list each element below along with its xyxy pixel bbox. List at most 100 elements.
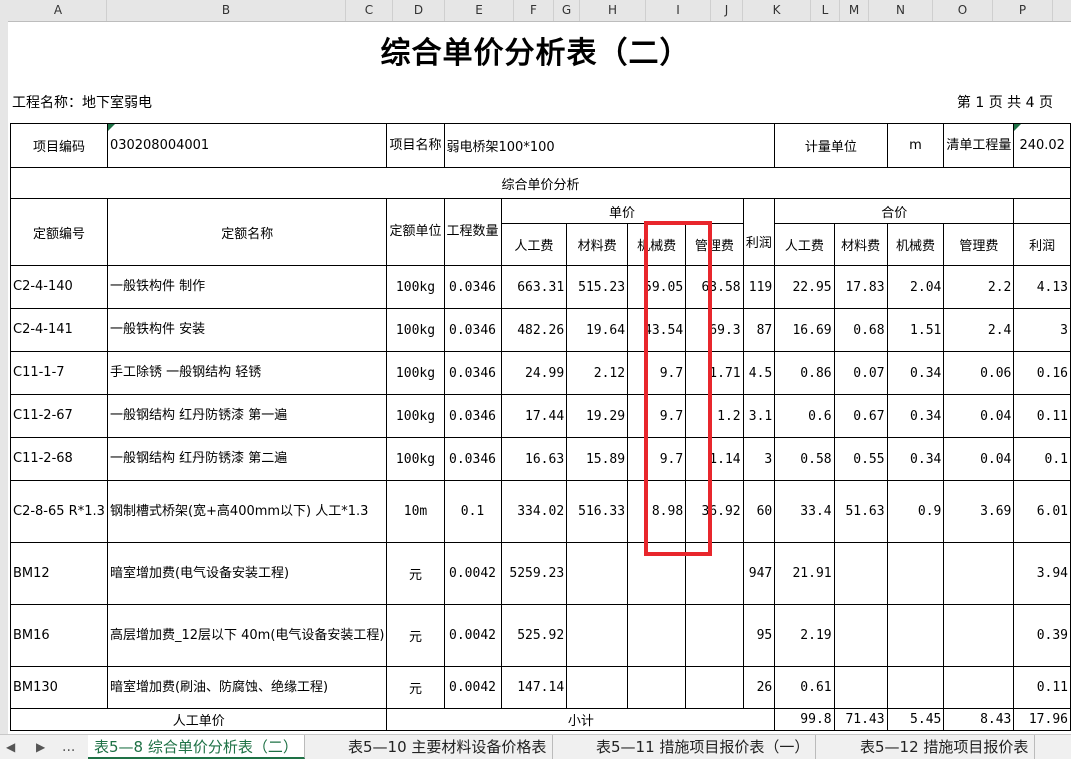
cell-qty[interactable]: 0.0346 <box>443 308 502 352</box>
name-label[interactable]: 项目名称 <box>386 123 445 168</box>
unit-label[interactable]: 计量单位 <box>774 123 888 168</box>
cell-t-labor[interactable]: 0.6 <box>774 394 835 438</box>
cell-code[interactable]: C2-4-140 <box>10 265 108 309</box>
cell-code[interactable]: BM16 <box>10 604 108 667</box>
cell-name[interactable]: 暗室增加费(刷油、防腐蚀、绝缘工程) <box>106 666 388 709</box>
cell-code[interactable]: BM130 <box>10 666 108 709</box>
col-total-machine[interactable]: 机械费 <box>886 223 945 266</box>
cell-t-profit[interactable]: 0.1 <box>1013 437 1071 481</box>
cell-material[interactable]: 19.29 <box>566 394 629 438</box>
cell-t-labor[interactable]: 16.69 <box>774 308 835 352</box>
section-title[interactable]: 综合单价分析 <box>10 167 1071 199</box>
cell-mgmt[interactable] <box>685 604 744 667</box>
unit-value[interactable]: m <box>886 123 945 168</box>
cell-t-labor[interactable]: 22.95 <box>774 265 835 309</box>
cell-unit[interactable]: 10m <box>386 480 445 543</box>
cell-code[interactable]: C2-8-65 R*1.3 <box>10 480 108 543</box>
cell-t-machine[interactable]: 0.9 <box>886 480 945 543</box>
cell-machine[interactable]: 43.54 <box>627 308 687 352</box>
cell-qty[interactable]: 0.0346 <box>443 265 502 309</box>
column-header-f[interactable]: F <box>514 0 554 21</box>
col-quota-unit[interactable]: 定额单位 <box>386 198 445 266</box>
cell-t-machine[interactable]: 1.51 <box>886 308 945 352</box>
cell-material[interactable]: 515.23 <box>566 265 629 309</box>
cell-unit[interactable]: 100kg <box>386 437 445 481</box>
cell-t-material[interactable] <box>833 604 888 667</box>
cell-t-labor[interactable]: 0.61 <box>774 666 835 709</box>
cell-material[interactable]: 2.12 <box>566 351 629 395</box>
column-header-a[interactable]: A <box>10 0 107 21</box>
cell-profit[interactable]: 95 <box>742 604 776 667</box>
cell-profit[interactable]: 87 <box>742 308 776 352</box>
cell-mgmt[interactable]: 63.58 <box>685 265 744 309</box>
code-label[interactable]: 项目编码 <box>10 123 108 168</box>
cell-unit[interactable]: 100kg <box>386 394 445 438</box>
cell-t-machine[interactable] <box>886 666 945 709</box>
cell-machine[interactable] <box>627 666 687 709</box>
cell-t-material[interactable]: 51.63 <box>833 480 888 543</box>
cell-name[interactable]: 暗室增加费(电气设备安装工程) <box>106 542 388 605</box>
cell-t-material[interactable]: 17.83 <box>833 265 888 309</box>
cell-t-material[interactable] <box>833 666 888 709</box>
cell-t-labor[interactable]: 2.19 <box>774 604 835 667</box>
cell-t-material[interactable]: 0.68 <box>833 308 888 352</box>
tab-scroll-right-icon[interactable]: ▶ <box>36 735 45 759</box>
cell-unit[interactable]: 元 <box>386 542 445 605</box>
tab-scroll-left-icon[interactable]: ◀ <box>6 735 15 759</box>
cell-name[interactable]: 钢制槽式桥架(宽+高400mm以下) 人工*1.3 <box>106 480 388 543</box>
col-quota-code[interactable]: 定额编号 <box>10 198 108 266</box>
column-header-l[interactable]: L <box>811 0 840 21</box>
tab-sheet-5-8[interactable]: 表5—8 综合单价分析表（二） <box>88 735 305 759</box>
cell-profit[interactable]: 60 <box>742 480 776 543</box>
cell-labor[interactable]: 334.02 <box>500 480 568 543</box>
cell-unit[interactable]: 元 <box>386 604 445 667</box>
column-header-j[interactable]: J <box>711 0 743 21</box>
cell-t-machine[interactable] <box>886 542 945 605</box>
cell-t-material[interactable] <box>833 542 888 605</box>
cell-t-material[interactable]: 0.07 <box>833 351 888 395</box>
cell-unit[interactable]: 100kg <box>386 308 445 352</box>
cell-qty[interactable]: 0.0346 <box>443 351 502 395</box>
cell-mgmt[interactable]: 1.2 <box>685 394 744 438</box>
cell-t-mgmt[interactable] <box>943 666 1015 709</box>
cell-mgmt[interactable]: 1.71 <box>685 351 744 395</box>
cell-name[interactable]: 手工除锈 一般钢结构 轻锈 <box>106 351 388 395</box>
col-labor[interactable]: 人工费 <box>500 223 568 266</box>
cell-name[interactable]: 一般钢结构 红丹防锈漆 第一遍 <box>106 394 388 438</box>
cell-unit[interactable]: 100kg <box>386 265 445 309</box>
column-header-e[interactable]: E <box>445 0 514 21</box>
cell-qty[interactable]: 0.0042 <box>443 604 502 667</box>
cell-t-material[interactable]: 0.67 <box>833 394 888 438</box>
cell-t-machine[interactable] <box>886 604 945 667</box>
cell-t-profit[interactable]: 6.01 <box>1013 480 1071 543</box>
cell-mgmt[interactable] <box>685 666 744 709</box>
cell-t-mgmt[interactable]: 2.4 <box>943 308 1015 352</box>
cell-name[interactable]: 一般钢结构 红丹防锈漆 第二遍 <box>106 437 388 481</box>
cell-t-profit[interactable]: 0.11 <box>1013 666 1071 709</box>
column-header-p[interactable]: P <box>993 0 1053 21</box>
cell-code[interactable]: C2-4-141 <box>10 308 108 352</box>
column-header-o[interactable]: O <box>933 0 993 21</box>
cell-code[interactable]: C11-1-7 <box>10 351 108 395</box>
col-total-material[interactable]: 材料费 <box>833 223 888 266</box>
column-header-i[interactable]: I <box>646 0 711 21</box>
subtotal-label[interactable]: 小计 <box>386 708 776 731</box>
cell-t-profit[interactable]: 4.13 <box>1013 265 1071 309</box>
col-total-mgmt[interactable]: 管理费 <box>943 223 1015 266</box>
cell-code[interactable]: C11-2-67 <box>10 394 108 438</box>
cell-t-profit[interactable]: 3.94 <box>1013 542 1071 605</box>
cell-material[interactable] <box>566 542 629 605</box>
cell-t-machine[interactable]: 0.34 <box>886 351 945 395</box>
cell-qty[interactable]: 0.0346 <box>443 394 502 438</box>
cell-labor[interactable]: 147.14 <box>500 666 568 709</box>
subtotal-machine[interactable]: 5.45 <box>886 708 945 731</box>
cell-t-labor[interactable]: 0.86 <box>774 351 835 395</box>
cell-machine[interactable]: 59.05 <box>627 265 687 309</box>
cell-code[interactable]: C11-2-68 <box>10 437 108 481</box>
column-header-c[interactable]: C <box>346 0 393 21</box>
col-total-price[interactable]: 合价 <box>774 198 1015 224</box>
subtotal-material[interactable]: 71.43 <box>833 708 888 731</box>
cell-profit[interactable]: 119 <box>742 265 776 309</box>
labor-unit-price-label[interactable]: 人工单价 <box>9 708 388 731</box>
cell-mgmt[interactable]: 1.14 <box>685 437 744 481</box>
